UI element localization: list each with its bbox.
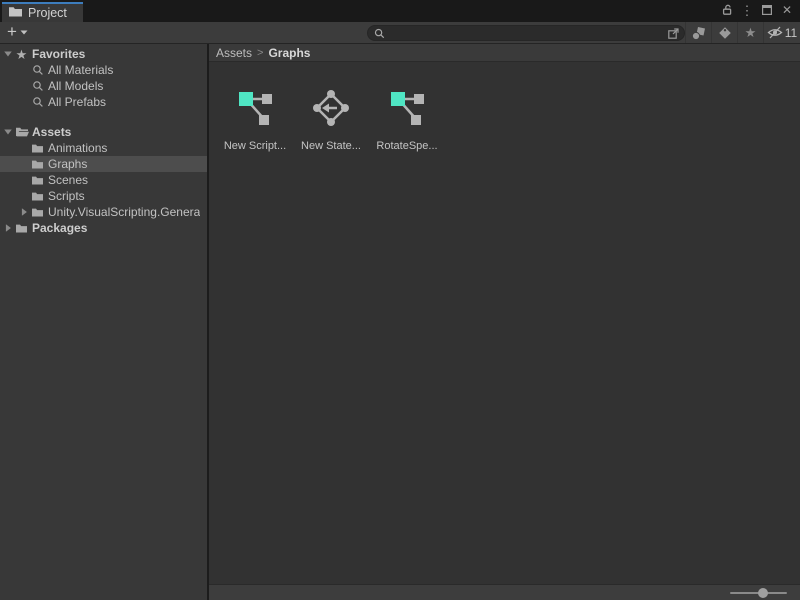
sidebar-item-scripts[interactable]: Scripts <box>0 188 207 204</box>
asset-label: RotateSpe... <box>376 140 437 152</box>
asset-label: New State... <box>301 140 361 152</box>
asset-grid: New Script... New State... <box>209 62 800 584</box>
script-graph-icon <box>387 88 427 128</box>
folder-icon <box>30 189 45 203</box>
breadcrumb-separator-icon: > <box>257 47 263 59</box>
folder-open-icon <box>14 125 29 139</box>
asset-item-new-script[interactable]: New Script... <box>217 88 293 152</box>
toolbar-filter-buttons: ★ 11 <box>685 22 800 43</box>
folder-icon <box>8 5 23 21</box>
saved-search-icon <box>30 95 45 109</box>
tree-section-gap <box>0 110 207 124</box>
tab-bar: Project ⋮ ✕ <box>0 0 800 22</box>
main-split: ★ Favorites All Materials All Models A <box>0 44 800 600</box>
search-by-label-button[interactable] <box>711 22 737 43</box>
sidebar-item-visualscripting-generated[interactable]: Unity.VisualScripting.Genera <box>0 204 207 220</box>
caret-collapsed-icon[interactable] <box>18 207 30 217</box>
asset-browser-panel: Assets > Graphs New Script... <box>209 44 800 600</box>
asset-item-new-state[interactable]: New State... <box>293 88 369 152</box>
caret-collapsed-icon[interactable] <box>2 223 14 233</box>
folder-icon <box>30 173 45 187</box>
sidebar-item-graphs[interactable]: Graphs <box>0 156 207 172</box>
search-icon <box>374 28 385 39</box>
state-graph-icon <box>311 88 351 128</box>
script-graph-icon <box>235 88 275 128</box>
saved-search-icon <box>30 79 45 93</box>
kebab-menu-icon[interactable]: ⋮ <box>739 2 755 18</box>
tab-label: Project <box>28 6 67 20</box>
search-by-type-button[interactable] <box>685 22 711 43</box>
tab-project[interactable]: Project <box>2 2 83 22</box>
star-icon: ★ <box>745 26 757 39</box>
unlock-icon[interactable] <box>719 2 735 18</box>
search-by-type-icon <box>691 26 707 40</box>
project-toolbar: + <box>0 22 800 44</box>
sidebar-item-all-materials[interactable]: All Materials <box>0 62 207 78</box>
asset-label: New Script... <box>224 140 286 152</box>
caret-expanded-icon[interactable] <box>2 49 14 59</box>
sidebar-item-scenes[interactable]: Scenes <box>0 172 207 188</box>
folder-icon <box>30 157 45 171</box>
folder-icon <box>14 221 29 235</box>
star-icon: ★ <box>14 47 29 61</box>
tag-icon <box>718 26 732 40</box>
sidebar-item-favorites[interactable]: ★ Favorites <box>0 46 207 62</box>
project-window: Project ⋮ ✕ + <box>0 0 800 600</box>
breadcrumb: Assets > Graphs <box>209 44 800 62</box>
close-icon[interactable]: ✕ <box>779 2 795 18</box>
eye-slash-icon <box>767 26 783 39</box>
open-search-window-icon[interactable] <box>667 27 680 40</box>
folder-icon <box>30 141 45 155</box>
hidden-packages-button[interactable]: 11 <box>763 22 800 43</box>
sidebar-item-assets[interactable]: Assets <box>0 124 207 140</box>
icon-size-slider[interactable] <box>730 587 787 599</box>
saved-search-icon <box>30 63 45 77</box>
sidebar-item-animations[interactable]: Animations <box>0 140 207 156</box>
window-controls: ⋮ ✕ <box>719 0 795 20</box>
plus-icon: + <box>7 23 17 40</box>
asset-item-rotatespeed[interactable]: RotateSpe... <box>369 88 445 152</box>
search-field[interactable] <box>367 25 685 41</box>
breadcrumb-assets[interactable]: Assets <box>216 46 252 60</box>
breadcrumb-graphs[interactable]: Graphs <box>268 46 310 60</box>
folder-icon <box>30 205 45 219</box>
status-bar <box>209 584 800 600</box>
chevron-down-icon <box>20 30 28 35</box>
maximize-icon[interactable] <box>759 2 775 18</box>
sidebar-item-all-prefabs[interactable]: All Prefabs <box>0 94 207 110</box>
sidebar-item-all-models[interactable]: All Models <box>0 78 207 94</box>
search-input[interactable] <box>385 27 667 40</box>
hidden-count: 11 <box>785 26 797 40</box>
folder-tree-sidebar: ★ Favorites All Materials All Models A <box>0 44 207 600</box>
slider-knob[interactable] <box>758 588 768 598</box>
sidebar-item-packages[interactable]: Packages <box>0 220 207 236</box>
caret-expanded-icon[interactable] <box>2 127 14 137</box>
favorites-toggle-button[interactable]: ★ <box>737 22 763 43</box>
create-add-button[interactable]: + <box>0 22 34 43</box>
